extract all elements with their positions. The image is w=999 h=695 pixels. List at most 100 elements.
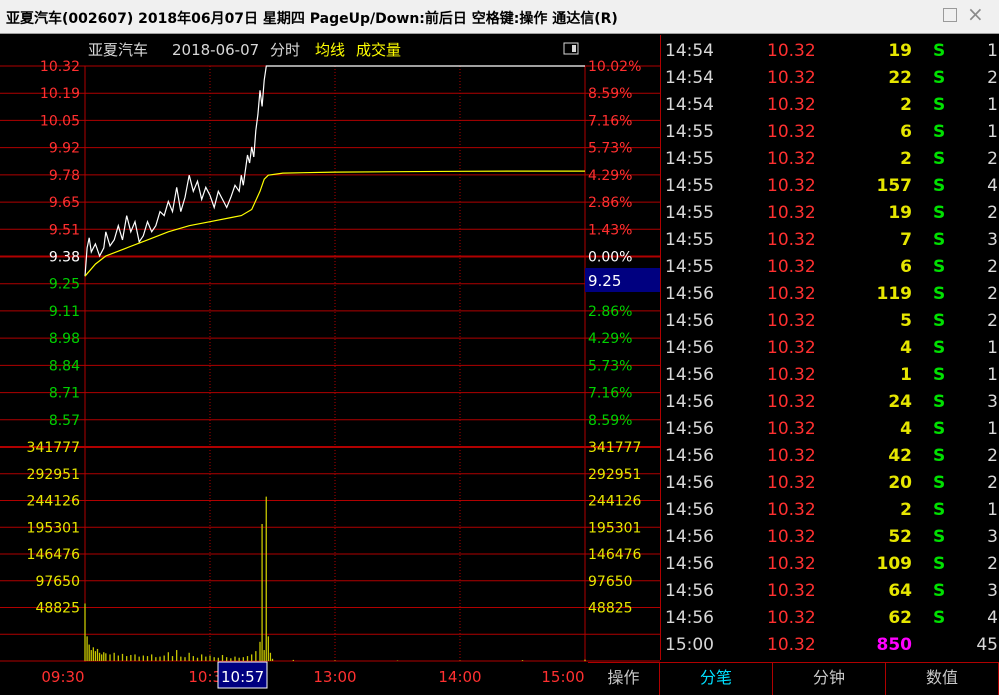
tab-1[interactable]: 分笔 [660,663,773,695]
tick-row[interactable]: 14:56 10.32 62 S 4 [661,605,999,632]
tick-time: 14:56 [665,473,714,493]
tick-row[interactable]: 14:56 10.32 109 S 2 [661,551,999,578]
tick-volume: 42 [888,446,912,466]
tick-count: 1 [987,95,998,115]
tick-time: 14:56 [665,419,714,439]
price-tick-label: 8.57 [49,413,80,429]
tick-time: 14:55 [665,203,714,223]
price-tick-label: 9.11 [49,304,80,320]
tick-row[interactable]: 14:55 10.32 19 S 2 [661,200,999,227]
tick-price: 10.32 [767,419,816,439]
tick-row[interactable]: 14:55 10.32 6 S 1 [661,119,999,146]
maximize-icon[interactable] [943,8,957,22]
tick-row[interactable]: 14:56 10.32 2 S 1 [661,497,999,524]
tick-direction: S [933,608,946,628]
tick-row[interactable]: 14:55 10.32 6 S 2 [661,254,999,281]
price-tick-label: 10.05 [40,113,80,129]
tick-row[interactable]: 14:56 10.32 52 S 3 [661,524,999,551]
volume-tick-label: 292951 [27,467,80,483]
pct-tick-label: 8.59% [588,413,632,429]
tick-list[interactable]: 14:54 10.32 19 S 1 14:54 10.32 22 S 2 14:54 10.32 2 S… [660,35,999,660]
window-title: 亚夏汽车(002607) 2018年06月07日 星期四 PageUp/Down… [6,11,618,27]
tick-time: 14:56 [665,392,714,412]
close-icon[interactable]: × [967,4,984,24]
tab-3[interactable]: 数值 [886,663,999,695]
avg-line-legend[interactable]: 均线 [315,41,345,59]
tick-price: 10.32 [767,149,816,169]
pct-tick-label: 2.86% [588,195,632,211]
volume-tick-label: 146476 [588,547,642,563]
volume-legend[interactable]: 成交量 [356,41,401,59]
tick-row[interactable]: 14:56 10.32 5 S 2 [661,308,999,335]
tick-price: 10.32 [767,500,816,520]
tick-count: 2 [987,446,998,466]
pct-tick-label: 5.73% [588,358,632,374]
tick-volume: 1 [900,365,912,385]
volume-tick-label: 146476 [27,547,81,563]
tab-0[interactable]: 操作 [588,663,660,695]
tick-volume: 62 [888,608,912,628]
pct-tick-label: 10.02% [588,59,641,75]
intraday-chart[interactable]: 10.32 10.19 10.05 9.92 9.78 9.65 9.51 9.38 9.25 9… [0,35,660,695]
tick-row[interactable]: 14:56 10.32 64 S 3 [661,578,999,605]
tick-count: 2 [987,149,998,169]
tick-direction: S [933,230,946,250]
tick-price: 10.32 [767,311,816,331]
tick-row[interactable]: 14:56 10.32 119 S 2 [661,281,999,308]
tick-count: 1 [987,365,998,385]
tick-row[interactable]: 14:56 10.32 1 S 1 [661,362,999,389]
tick-row[interactable]: 14:56 10.32 4 S 1 [661,416,999,443]
tick-direction: S [933,311,946,331]
tick-time: 14:56 [665,311,714,331]
tick-row[interactable]: 14:55 10.32 157 S 4 [661,173,999,200]
tick-direction: S [933,284,946,304]
tab-2[interactable]: 分钟 [773,663,886,695]
tick-volume: 2 [900,500,912,520]
tick-direction: S [933,203,946,223]
tick-direction: S [933,581,946,601]
pct-tick-label: 8.59% [588,86,632,102]
volume-tick-label: 48825 [588,601,633,617]
tick-time: 14:56 [665,581,714,601]
volume-tick-label: 48825 [35,601,80,617]
tick-volume: 52 [888,527,912,547]
tick-time: 14:56 [665,527,714,547]
tick-direction: S [933,419,946,439]
tick-time: 14:55 [665,257,714,277]
tick-volume: 5 [900,311,912,331]
chart-mode: 分时 [270,41,300,59]
tick-direction: S [933,446,946,466]
tick-count: 2 [987,311,998,331]
time-tick-label: 15:00 [541,668,584,686]
tick-row[interactable]: 14:55 10.32 2 S 2 [661,146,999,173]
tick-time: 14:55 [665,176,714,196]
tick-time: 14:56 [665,338,714,358]
tick-time: 14:54 [665,95,714,115]
tick-row[interactable]: 15:00 10.32 850 45 [661,632,999,659]
tick-price: 10.32 [767,338,816,358]
tick-volume: 19 [888,41,912,61]
tick-price: 10.32 [767,230,816,250]
tick-price: 10.32 [767,635,816,655]
tick-count: 2 [987,554,998,574]
tick-direction: S [933,68,946,88]
tick-time: 14:56 [665,500,714,520]
tick-row[interactable]: 14:54 10.32 2 S 1 [661,92,999,119]
tick-row[interactable]: 14:54 10.32 22 S 2 [661,65,999,92]
tick-row[interactable]: 14:56 10.32 24 S 3 [661,389,999,416]
tick-row[interactable]: 14:56 10.32 42 S 2 [661,443,999,470]
price-tick-label: 9.51 [49,222,80,238]
tick-volume: 119 [876,284,913,304]
tick-row[interactable]: 14:55 10.32 7 S 3 [661,227,999,254]
tick-row[interactable]: 14:56 10.32 4 S 1 [661,335,999,362]
tick-time: 14:55 [665,230,714,250]
tick-row[interactable]: 14:56 10.32 20 S 2 [661,470,999,497]
volume-tick-label: 341777 [588,440,641,456]
tick-volume: 19 [888,203,912,223]
time-tick-label: 13:00 [313,668,356,686]
chart-stock-name: 亚夏汽车 [88,41,148,59]
tick-row[interactable]: 14:54 10.32 19 S 1 [661,38,999,65]
tick-count: 4 [987,608,998,628]
tick-time: 14:55 [665,149,714,169]
pct-tick-label: 1.43% [588,222,632,238]
